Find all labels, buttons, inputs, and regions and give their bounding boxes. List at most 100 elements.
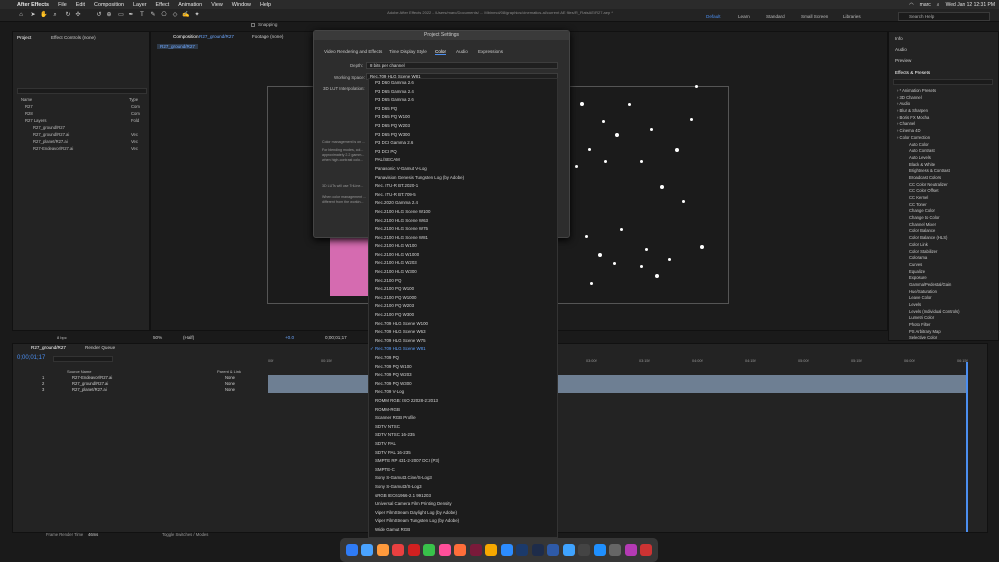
dropdown-option[interactable]: P3 D65 PQ W300 [369, 131, 557, 140]
effect-item[interactable]: CC Color Neutralizer [889, 182, 999, 189]
effect-item[interactable]: Lumetri Color [889, 315, 999, 322]
project-item[interactable]: R27_planet/R27.ai [33, 139, 68, 144]
dropdown-option[interactable]: Rec. ITU-R BT.2020-1 [369, 182, 557, 191]
column-source-name[interactable]: Source Name [67, 369, 91, 374]
pan-behind-tool-icon[interactable]: ⊕ [105, 11, 113, 19]
dropdown-option[interactable]: Rec.709 PQ [369, 354, 557, 363]
dropdown-option[interactable]: Viper FilmStream Daylight Log (by Adobe) [369, 509, 557, 518]
dropdown-option[interactable]: Rec.709 PQ W100 [369, 363, 557, 372]
effect-item[interactable]: Color Stabilizer [889, 249, 999, 256]
project-item[interactable]: R27 [25, 104, 33, 109]
hand-tool-icon[interactable]: ✋ [40, 11, 48, 19]
effect-item[interactable]: Hue/Saturation [889, 289, 999, 296]
menu-edit[interactable]: Edit [76, 2, 85, 8]
layer-parent[interactable]: None [225, 381, 235, 386]
pan-tool-icon[interactable]: ✣ [74, 11, 82, 19]
dock-app-icon[interactable] [454, 544, 467, 556]
menu-help[interactable]: Help [260, 2, 271, 8]
column-parent-link[interactable]: Parent & Link [217, 369, 241, 374]
dock-app-icon[interactable] [345, 544, 358, 556]
tab-footage[interactable]: Footage (none) [252, 34, 283, 39]
dropdown-option[interactable]: Rec.709 PQ W203 [369, 371, 557, 380]
tab-effect-controls[interactable]: Effect Controls (none) [51, 35, 96, 40]
breadcrumb[interactable]: R27_ground/R27 [157, 44, 198, 49]
dropdown-option[interactable]: Panasonic V-Gamut V-Log [369, 165, 557, 174]
tab-color[interactable]: Color [435, 49, 446, 55]
wifi-icon[interactable]: ◠ [909, 2, 913, 8]
dropdown-option[interactable]: Rec.709 HLG Scene W100 [369, 320, 557, 329]
orbit-tool-icon[interactable]: ↻ [64, 11, 72, 19]
dropdown-option[interactable]: P3 D65 PQ W100 [369, 113, 557, 122]
dropdown-option[interactable]: P3 DCI PQ [369, 148, 557, 157]
effect-item[interactable]: CC Toner [889, 202, 999, 209]
effects-group[interactable]: › 3D Channel [889, 95, 999, 102]
dock-app-icon[interactable] [640, 544, 653, 556]
dropdown-option[interactable]: P3 D60 Gamma 2.6 [369, 79, 557, 88]
effect-item[interactable]: Auto Levels [889, 155, 999, 162]
menu-view[interactable]: View [211, 2, 223, 8]
dropdown-option[interactable]: Rec.2100 HLG W100 [369, 242, 557, 251]
dropdown-option[interactable]: Rec.709 PQ W300 [369, 380, 557, 389]
column-type[interactable]: Type [129, 97, 138, 102]
workspace-libraries[interactable]: Libraries [843, 14, 861, 19]
dropdown-option[interactable]: Rec.2100 HLG Scene W63 [369, 217, 557, 226]
dock-app-icon[interactable] [423, 544, 436, 556]
dropdown-option[interactable]: Rec.709 V-Log [369, 388, 557, 397]
dropdown-option[interactable]: PAL/SECAM [369, 156, 557, 165]
effect-item[interactable]: Black & White [889, 162, 999, 169]
effects-group[interactable]: › Color Correction [889, 135, 999, 142]
menu-file[interactable]: File [58, 2, 67, 8]
tab-project[interactable]: Project [17, 35, 31, 40]
layer-parent[interactable]: None [225, 387, 235, 392]
tab-timeline[interactable]: R27_ground/R27 [31, 345, 66, 350]
effect-item[interactable]: Levels (Individual Controls) [889, 309, 999, 316]
rotate-tool-icon[interactable]: ↺ [95, 11, 103, 19]
menu-effect[interactable]: Effect [156, 2, 170, 8]
effects-group[interactable]: › Blur & Sharpen [889, 108, 999, 115]
preview-panel-header[interactable]: Preview [895, 58, 911, 63]
effect-item[interactable]: Change Color [889, 208, 999, 215]
dropdown-option[interactable]: Rec.709 HLG Scene W81 [369, 345, 557, 354]
dropdown-option[interactable]: Rec.2100 HLG Scene W81 [369, 234, 557, 243]
dropdown-option[interactable]: Wide Gamut RGB [369, 526, 557, 535]
menu-app-name[interactable]: After Effects [17, 2, 49, 8]
tab-composition-name[interactable]: R27_ground/R27 [199, 34, 234, 39]
dock-app-icon[interactable] [376, 544, 389, 556]
dock-app-icon[interactable] [531, 544, 544, 556]
effect-item[interactable]: Curves [889, 262, 999, 269]
effect-item[interactable]: Brightness & Contrast [889, 168, 999, 175]
layer-name[interactable]: R27_planet/R27.ai [72, 387, 107, 392]
workspace-learn[interactable]: Learn [738, 14, 750, 19]
dock-app-icon[interactable] [438, 544, 451, 556]
dock-app-icon[interactable] [578, 544, 591, 556]
effect-item[interactable]: Auto Contrast [889, 148, 999, 155]
workspace-standard[interactable]: Standard [766, 14, 785, 19]
effect-item[interactable]: Colorama [889, 255, 999, 262]
dropdown-option[interactable]: P3 D65 Gamma 2.4 [369, 88, 557, 97]
eraser-tool-icon[interactable]: ◇ [171, 11, 179, 19]
effect-item[interactable]: Change to Color [889, 215, 999, 222]
dropdown-option[interactable]: Viper FilmStream Tungsten Log (by Adobe) [369, 517, 557, 526]
menu-composition[interactable]: Composition [94, 2, 124, 8]
tab-time-display[interactable]: Time Display Style [389, 49, 427, 54]
user-name[interactable]: marc [920, 2, 931, 8]
rectangle-tool-icon[interactable]: ▭ [117, 11, 125, 19]
effect-item[interactable]: Photo Filter [889, 322, 999, 329]
clone-stamp-tool-icon[interactable]: ⎔ [160, 11, 168, 19]
help-search-input[interactable]: Search Help [898, 12, 990, 21]
dropdown-option[interactable]: Rec.2100 HLG W300 [369, 268, 557, 277]
dropdown-option[interactable]: Rec.2100 HLG Scene W100 [369, 208, 557, 217]
dock-app-icon[interactable] [609, 544, 622, 556]
tab-audio[interactable]: Audio [456, 49, 468, 54]
depth-select[interactable]: 8 bits per channel [366, 62, 558, 69]
home-icon[interactable]: ⌂ [17, 11, 25, 19]
dropdown-option[interactable]: SDTV NTSC 16-235 [369, 431, 557, 440]
dropdown-option[interactable]: SMPTE-C [369, 466, 557, 475]
dropdown-option[interactable]: Rec. ITU-R BT.709-5 [369, 191, 557, 200]
dock-app-icon[interactable] [624, 544, 637, 556]
dropdown-option[interactable]: Rec.2100 PQ W100 [369, 285, 557, 294]
effect-item[interactable]: Channel Mixer [889, 222, 999, 229]
dock-app-icon[interactable] [485, 544, 498, 556]
dropdown-option[interactable]: Scanner RGB Profile [369, 414, 557, 423]
dropdown-option[interactable]: Rec.2020 Gamma 2.4 [369, 199, 557, 208]
